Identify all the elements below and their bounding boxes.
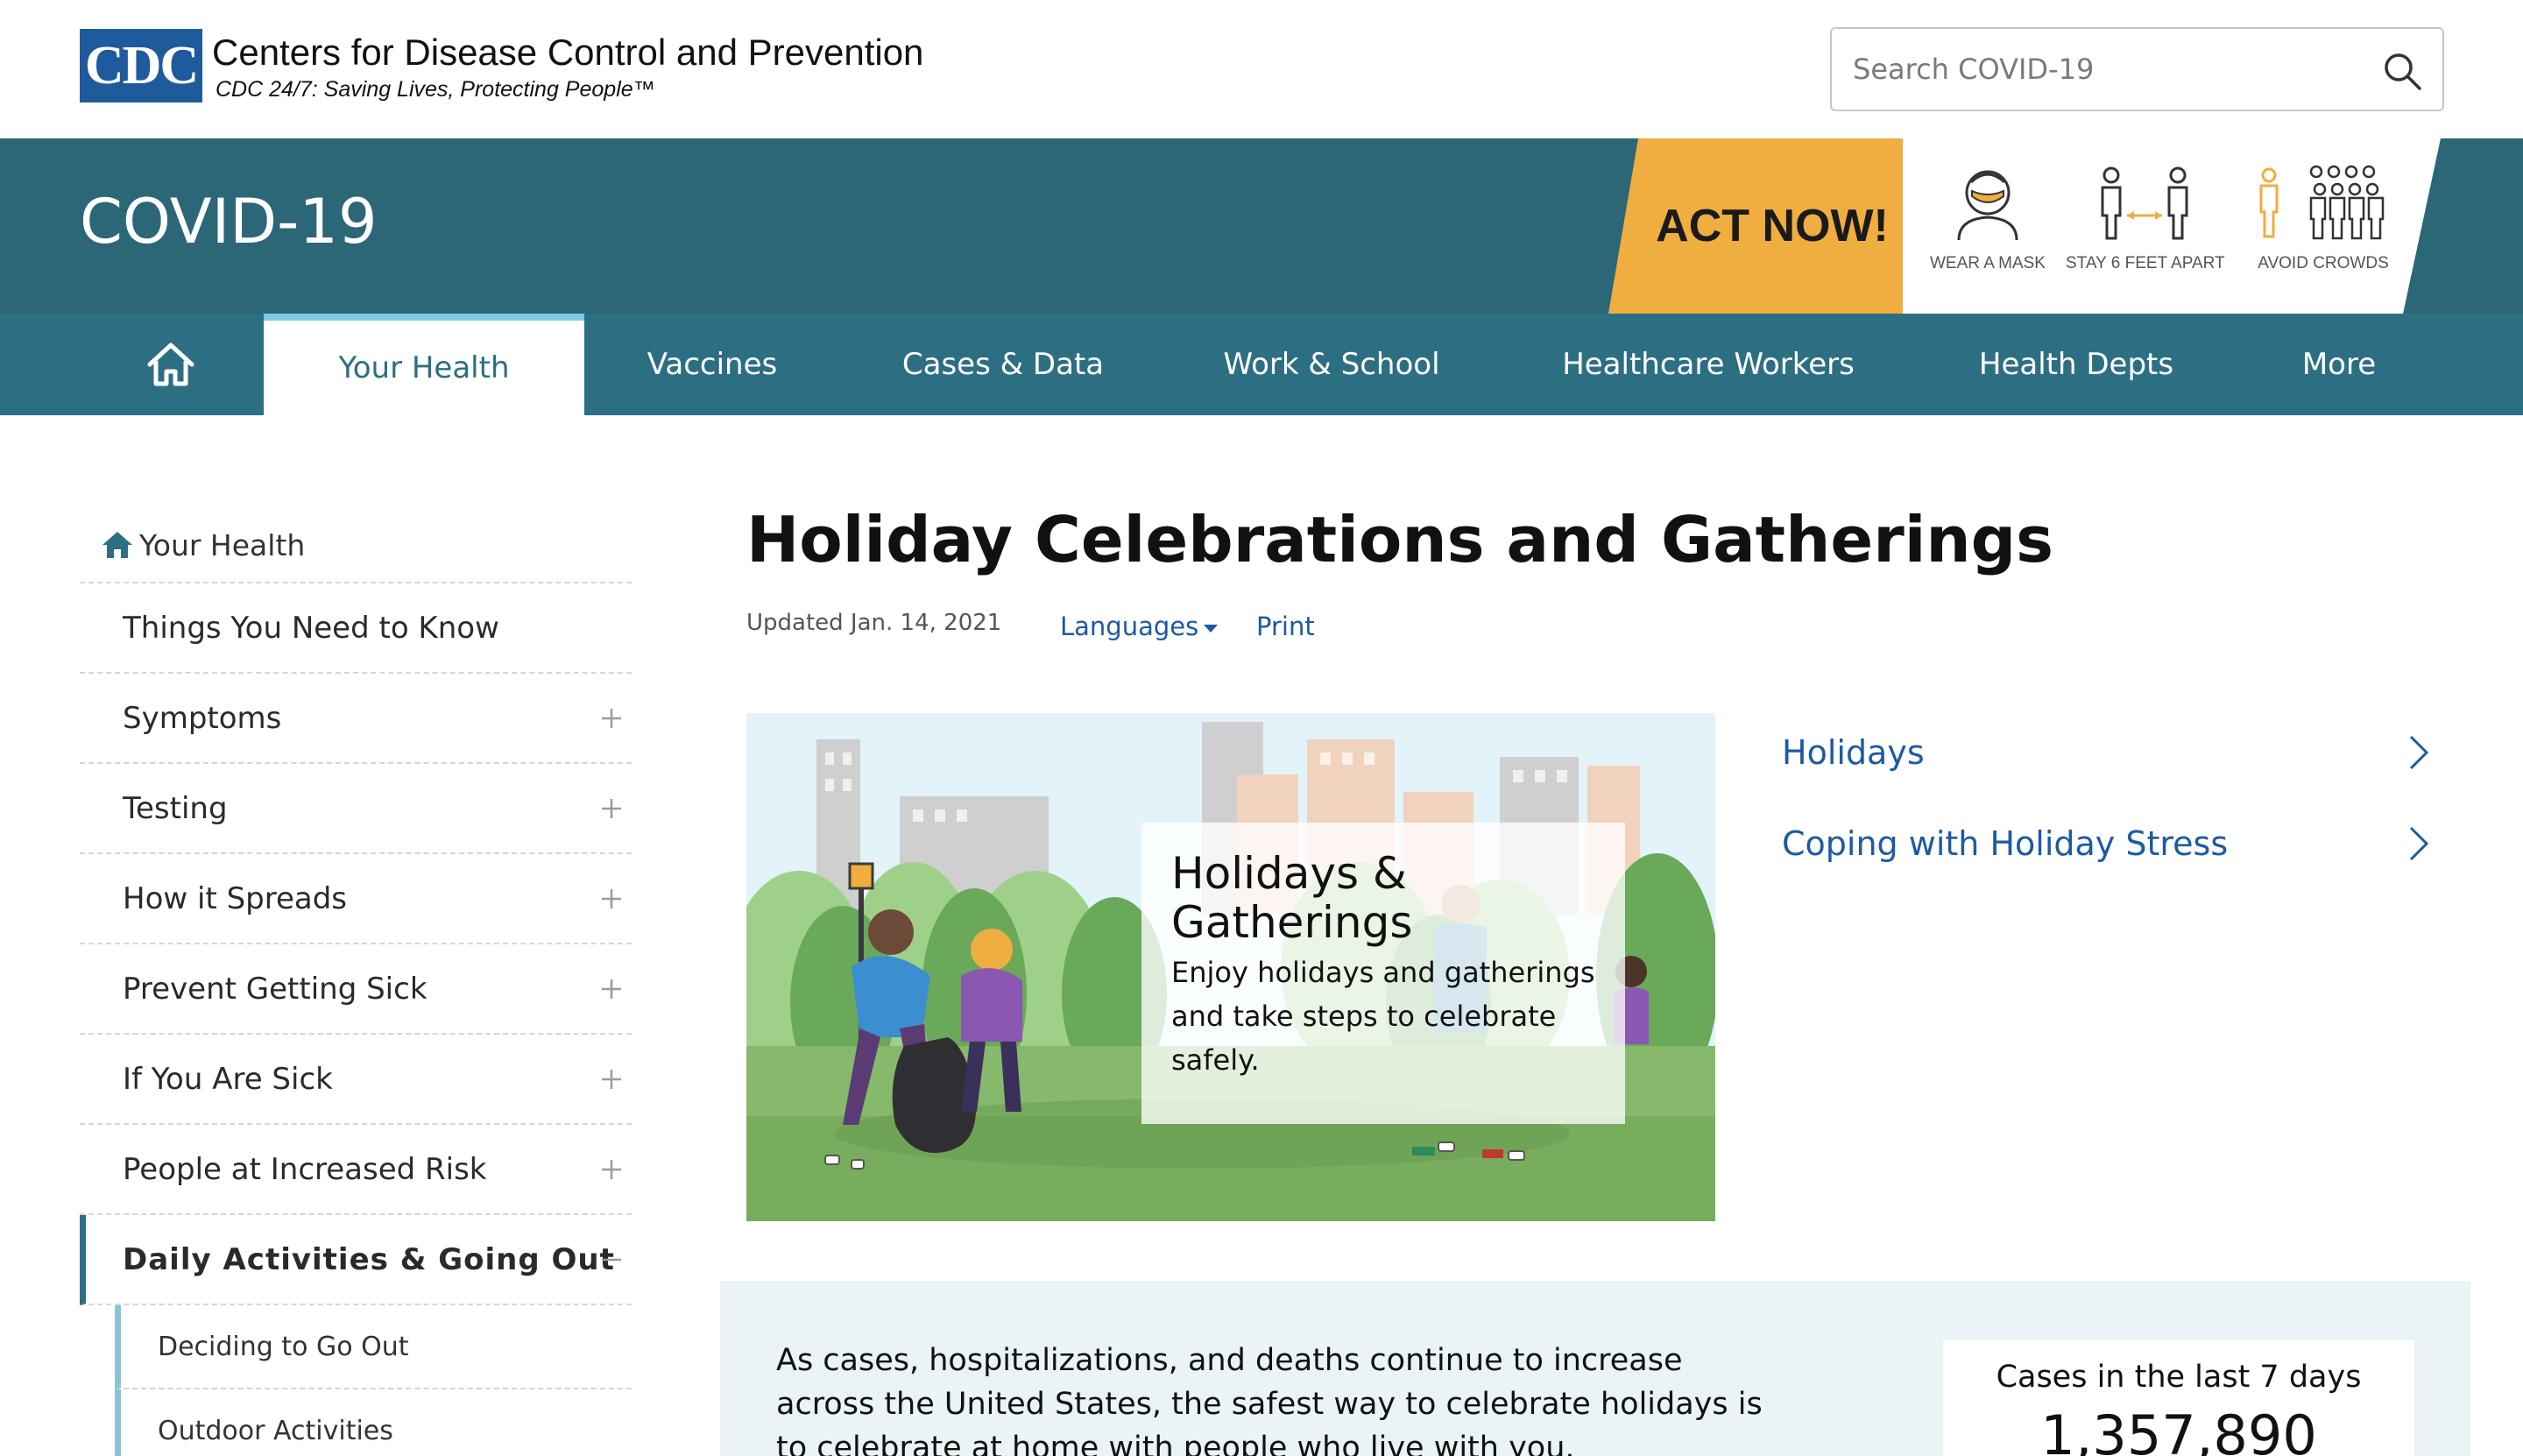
related-link-label: Holidays xyxy=(1782,733,1925,772)
avoid-crowds-caption: AVOID CROWDS xyxy=(2258,254,2389,272)
sidebar-item-label: Daily Activities & Going Out xyxy=(123,1241,615,1277)
sidebar-item-how-it-spreads[interactable]: How it Spreads xyxy=(80,854,632,944)
search-box xyxy=(1830,27,2444,111)
page-title: Holiday Celebrations and Gatherings xyxy=(746,503,2054,576)
wear-mask-caption: WEAR A MASK xyxy=(1930,254,2046,272)
nav-more[interactable]: More xyxy=(2278,314,2400,415)
org-tagline: CDC 24/7: Saving Lives, Protecting Peopl… xyxy=(216,77,655,102)
search-input[interactable] xyxy=(1853,29,2343,110)
hero-body: Enjoy holidays and gatherings and take s… xyxy=(1171,956,1595,1077)
avoid-crowds-item: AVOID CROWDS xyxy=(2236,163,2411,273)
sidebar-item-label: Things You Need to Know xyxy=(123,610,499,646)
mask-person-icon xyxy=(1957,170,2018,241)
languages-dropdown[interactable]: Languages xyxy=(1060,611,1219,641)
stat-value: 1,357,890 xyxy=(2040,1403,2317,1456)
stat-label: Cases in the last 7 days xyxy=(1996,1360,2362,1395)
sidebar-item-label: Prevent Getting Sick xyxy=(123,971,428,1007)
nav-cases-data[interactable]: Cases & Data xyxy=(885,314,1121,415)
sidebar-item-label: If You Are Sick xyxy=(123,1061,333,1097)
plus-icon[interactable] xyxy=(600,797,623,820)
related-link-coping-holiday-stress[interactable]: Coping with Holiday Stress xyxy=(1782,813,2430,874)
wear-mask-item: WEAR A MASK xyxy=(1922,163,2053,273)
site-header: CDC Centers for Disease Control and Prev… xyxy=(0,0,2523,138)
sidebar-item-label: How it Spreads xyxy=(123,880,348,916)
sidebar-item-increased-risk[interactable]: People at Increased Risk xyxy=(80,1125,632,1215)
crowd-icon xyxy=(2259,165,2385,240)
home-icon xyxy=(147,343,194,386)
act-now-badge[interactable]: ACT NOW! xyxy=(1608,138,1906,314)
hero-title[interactable]: Holidays & Gatherings xyxy=(1171,849,1595,947)
plus-icon[interactable] xyxy=(600,1158,623,1181)
sidebar: Your Health Things You Need to Know Symp… xyxy=(80,508,632,1456)
main-nav: Your Health Vaccines Cases & Data Work &… xyxy=(0,314,2523,415)
cdc-logo[interactable]: CDC xyxy=(80,29,202,102)
nav-vaccines[interactable]: Vaccines xyxy=(616,314,809,415)
topic-banner: COVID-19 ACT NOW! WEAR A MASK STAY 6 FEE… xyxy=(0,138,2523,314)
sidebar-home[interactable]: Your Health xyxy=(80,508,632,583)
nav-work-school[interactable]: Work & School xyxy=(1200,314,1463,415)
sidebar-item-testing[interactable]: Testing xyxy=(80,764,632,854)
stay-apart-caption: STAY 6 FEET APART xyxy=(2066,254,2225,272)
sidebar-item-things-to-know[interactable]: Things You Need to Know xyxy=(80,583,632,674)
nav-home[interactable] xyxy=(88,314,254,415)
sidebar-subitem-label: Deciding to Go Out xyxy=(158,1331,409,1362)
plus-icon[interactable] xyxy=(600,978,623,1000)
sidebar-subitem-label: Outdoor Activities xyxy=(158,1415,393,1446)
sidebar-item-label: Symptoms xyxy=(123,700,282,736)
plus-icon[interactable] xyxy=(600,887,623,910)
act-now-panel[interactable]: WEAR A MASK STAY 6 FEET APART AVOID CROW… xyxy=(1903,138,2441,314)
hero-feature[interactable]: Holidays & Gatherings Enjoy holidays and… xyxy=(746,713,1715,1221)
plus-icon[interactable] xyxy=(600,1068,623,1091)
related-link-label: Coping with Holiday Stress xyxy=(1782,824,2229,863)
holiday-callout: As cases, hospitalizations, and deaths c… xyxy=(720,1281,2470,1456)
cases-stat-card[interactable]: Cases in the last 7 days 1,357,890 xyxy=(1943,1340,2414,1456)
nav-healthcare-workers[interactable]: Healthcare Workers xyxy=(1542,314,1875,415)
nav-health-depts[interactable]: Health Depts xyxy=(1954,314,2199,415)
sidebar-subitem-outdoor-activities[interactable]: Outdoor Activities xyxy=(115,1389,632,1456)
sidebar-item-label: People at Increased Risk xyxy=(123,1151,487,1187)
caret-down-icon xyxy=(1204,624,1219,633)
sidebar-item-daily-activities[interactable]: Daily Activities & Going Out xyxy=(80,1215,632,1305)
search-icon[interactable] xyxy=(2381,50,2423,92)
callout-text: As cases, hospitalizations, and deaths c… xyxy=(776,1343,1763,1456)
distance-icon xyxy=(2101,166,2188,240)
sidebar-item-symptoms[interactable]: Symptoms xyxy=(80,674,632,764)
sidebar-item-label: Testing xyxy=(123,790,228,826)
sidebar-item-prevent-getting-sick[interactable]: Prevent Getting Sick xyxy=(80,944,632,1035)
sidebar-subitem-deciding-to-go-out[interactable]: Deciding to Go Out xyxy=(115,1305,632,1389)
org-name[interactable]: Centers for Disease Control and Preventi… xyxy=(212,32,923,74)
languages-label: Languages xyxy=(1060,611,1199,641)
sidebar-home-label: Your Health xyxy=(139,527,306,562)
chevron-right-icon xyxy=(2409,735,2429,770)
chevron-right-icon xyxy=(2409,826,2429,861)
stay-apart-item: STAY 6 FEET APART xyxy=(2066,163,2225,273)
minus-icon[interactable] xyxy=(600,1248,623,1271)
hero-overlay: Holidays & Gatherings Enjoy holidays and… xyxy=(1141,823,1625,1124)
act-now-label: ACT NOW! xyxy=(1656,201,1889,251)
sidebar-item-if-you-are-sick[interactable]: If You Are Sick xyxy=(80,1035,632,1125)
related-link-holidays[interactable]: Holidays xyxy=(1782,722,2430,783)
updated-date: Updated Jan. 14, 2021 xyxy=(746,610,1002,636)
site-title[interactable]: COVID-19 xyxy=(80,186,378,258)
nav-your-health[interactable]: Your Health xyxy=(264,314,584,415)
print-link[interactable]: Print xyxy=(1256,611,1315,641)
plus-icon[interactable] xyxy=(600,707,623,730)
home-icon xyxy=(102,532,132,558)
